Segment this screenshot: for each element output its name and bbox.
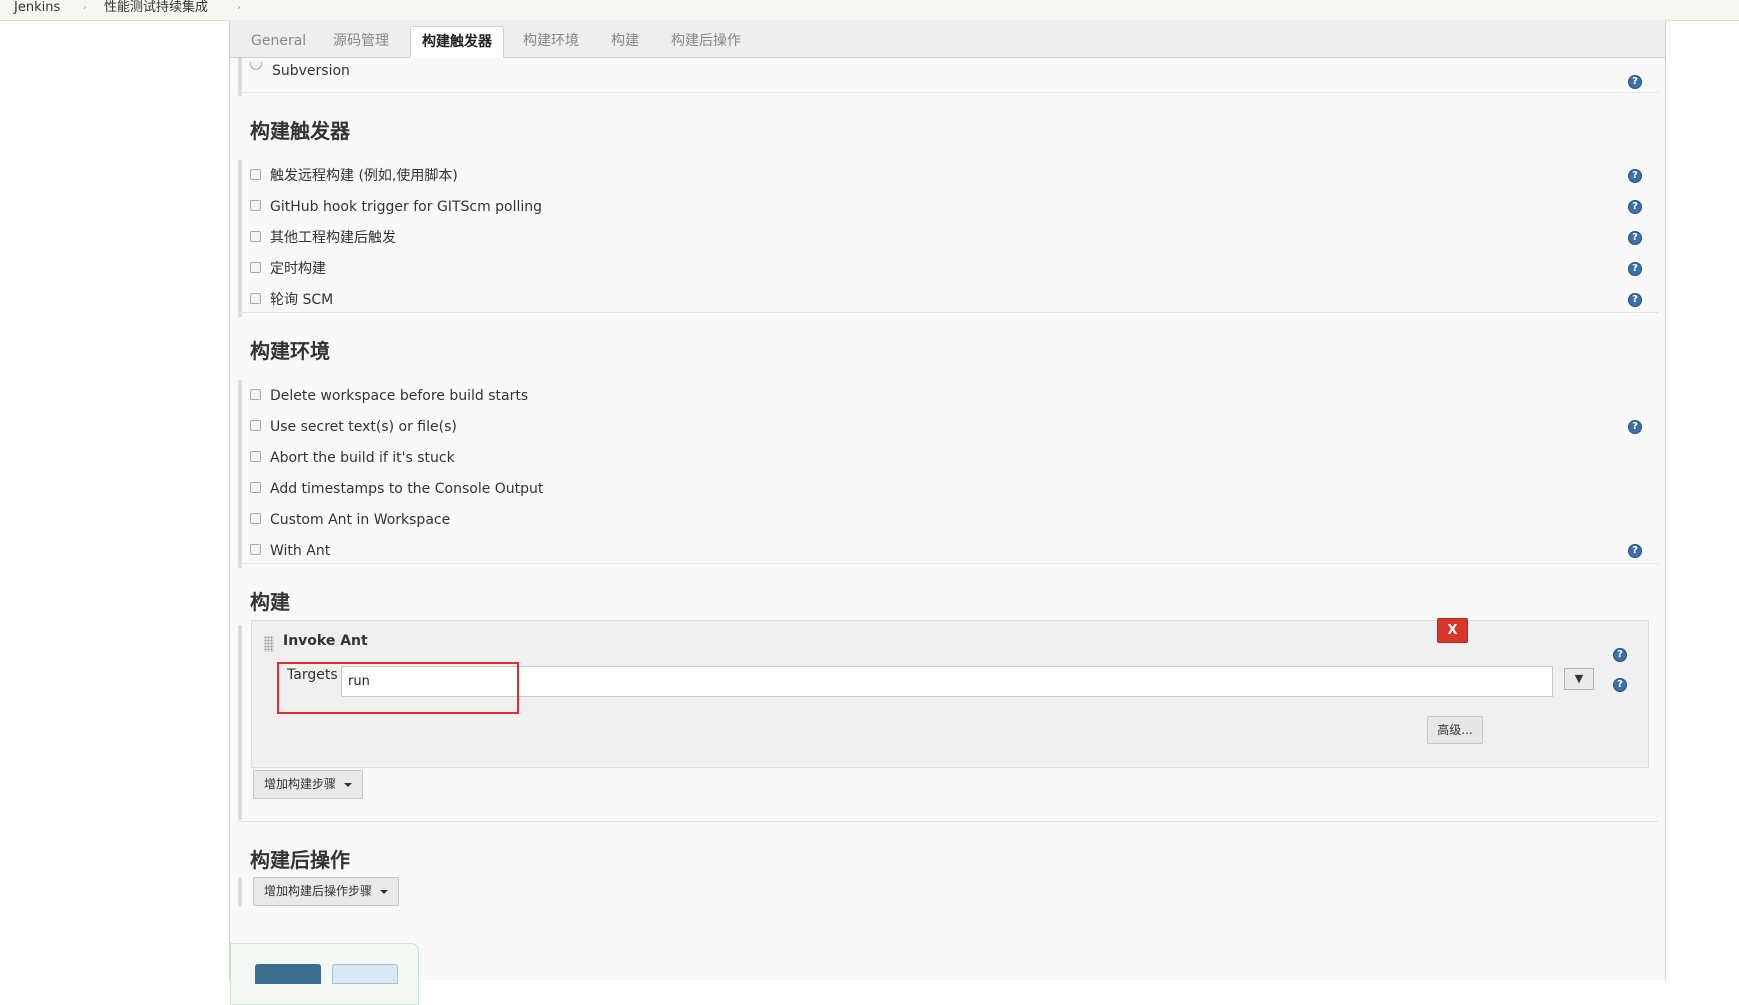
advanced-button[interactable]: 高级... <box>1427 716 1483 744</box>
caret-down-icon <box>380 890 389 894</box>
delete-step-button[interactable]: X <box>1437 618 1468 643</box>
tab-build-triggers[interactable]: 构建触发器 <box>410 26 504 58</box>
section-title-post-build: 构建后操作 <box>250 848 350 872</box>
section-divider <box>238 312 1658 313</box>
section-indent-bar <box>238 877 242 907</box>
env-option-timestamps[interactable]: Add timestamps to the Console Output <box>250 480 1650 500</box>
help-icon[interactable]: ? <box>1628 200 1642 214</box>
checkbox[interactable] <box>250 420 261 431</box>
help-icon[interactable]: ? <box>1628 262 1642 276</box>
checkbox[interactable] <box>250 544 261 555</box>
apply-button[interactable] <box>332 964 398 984</box>
help-icon[interactable]: ? <box>1628 169 1642 183</box>
trigger-option-poll-scm[interactable]: 轮询 SCM <box>250 291 1650 311</box>
section-indent-bar <box>238 380 242 568</box>
tab-general[interactable]: General <box>240 26 317 57</box>
breadcrumb-project[interactable]: 性能测试持续集成 <box>104 0 208 16</box>
breadcrumb-separator-icon: › <box>237 3 241 13</box>
config-tabbar: General 源码管理 构建触发器 构建环境 构建 构建后操作 <box>230 20 1665 58</box>
breadcrumb: Jenkins › 性能测试持续集成 › <box>0 0 1739 21</box>
section-title-build-triggers: 构建触发器 <box>250 119 350 143</box>
scm-option-subversion[interactable]: Subversion <box>250 62 1650 80</box>
checkbox[interactable] <box>250 451 261 462</box>
env-option-abort-stuck[interactable]: Abort the build if it's stuck <box>250 449 1650 469</box>
help-icon[interactable]: ? <box>1628 231 1642 245</box>
checkbox[interactable] <box>250 231 261 242</box>
env-option-delete-workspace[interactable]: Delete workspace before build starts <box>250 387 1650 407</box>
build-step-title: Invoke Ant <box>283 633 368 649</box>
trigger-option-periodic[interactable]: 定时构建 <box>250 260 1650 280</box>
section-indent-bar <box>238 625 242 820</box>
add-post-build-step-label: 增加构建后操作步骤 <box>264 884 373 898</box>
drag-handle-icon[interactable] <box>264 636 274 652</box>
section-divider <box>238 92 1658 93</box>
caret-down-icon <box>344 783 353 787</box>
checkbox[interactable] <box>250 293 261 304</box>
tab-scm[interactable]: 源码管理 <box>322 26 400 57</box>
env-option-with-ant[interactable]: With Ant <box>250 542 1650 562</box>
trigger-option-github-hook[interactable]: GitHub hook trigger for GITScm polling <box>250 198 1650 218</box>
section-divider <box>238 821 1658 822</box>
add-build-step-label: 增加构建步骤 <box>264 777 337 791</box>
breadcrumb-jenkins[interactable]: Jenkins <box>14 0 60 16</box>
targets-label: Targets <box>287 667 338 683</box>
expand-textarea-button[interactable]: ▼ <box>1564 668 1594 690</box>
breadcrumb-separator-icon: › <box>83 3 87 13</box>
trigger-option-upstream[interactable]: 其他工程构建后触发 <box>250 229 1650 249</box>
checkbox[interactable] <box>250 262 261 273</box>
tab-build[interactable]: 构建 <box>600 26 650 57</box>
tab-build-environment[interactable]: 构建环境 <box>512 26 590 57</box>
help-icon[interactable]: ? <box>1628 293 1642 307</box>
help-icon[interactable]: ? <box>1628 75 1642 89</box>
checkbox[interactable] <box>250 200 261 211</box>
section-indent-bar <box>238 160 242 317</box>
help-icon[interactable]: ? <box>1628 544 1642 558</box>
trigger-option-remote[interactable]: 触发远程构建 (例如,使用脚本) <box>250 167 1650 187</box>
help-icon[interactable]: ? <box>1613 678 1627 692</box>
radio-button[interactable] <box>250 62 262 70</box>
env-option-custom-ant[interactable]: Custom Ant in Workspace <box>250 511 1650 531</box>
checkbox[interactable] <box>250 513 261 524</box>
help-icon[interactable]: ? <box>1613 648 1627 662</box>
section-divider <box>238 563 1658 564</box>
add-post-build-step-button[interactable]: 增加构建后操作步骤 <box>253 877 400 906</box>
section-title-build-environment: 构建环境 <box>250 339 330 363</box>
section-indent-bar <box>238 58 242 96</box>
tab-post-build[interactable]: 构建后操作 <box>660 26 752 57</box>
build-step-invoke-ant: Invoke Ant X Targets ▼ 高级... <box>251 618 1649 768</box>
add-build-step-button[interactable]: 增加构建步骤 <box>253 770 364 799</box>
section-title-build: 构建 <box>250 590 290 614</box>
job-config-panel: General 源码管理 构建触发器 构建环境 构建 构建后操作 Subvers… <box>229 20 1666 1005</box>
targets-input[interactable] <box>341 666 1553 697</box>
env-option-secret-text[interactable]: Use secret text(s) or file(s) <box>250 418 1650 438</box>
checkbox[interactable] <box>250 169 261 180</box>
save-button[interactable] <box>255 964 321 984</box>
form-button-bar <box>230 943 419 1005</box>
checkbox[interactable] <box>250 389 261 400</box>
checkbox[interactable] <box>250 482 261 493</box>
help-icon[interactable]: ? <box>1628 420 1642 434</box>
